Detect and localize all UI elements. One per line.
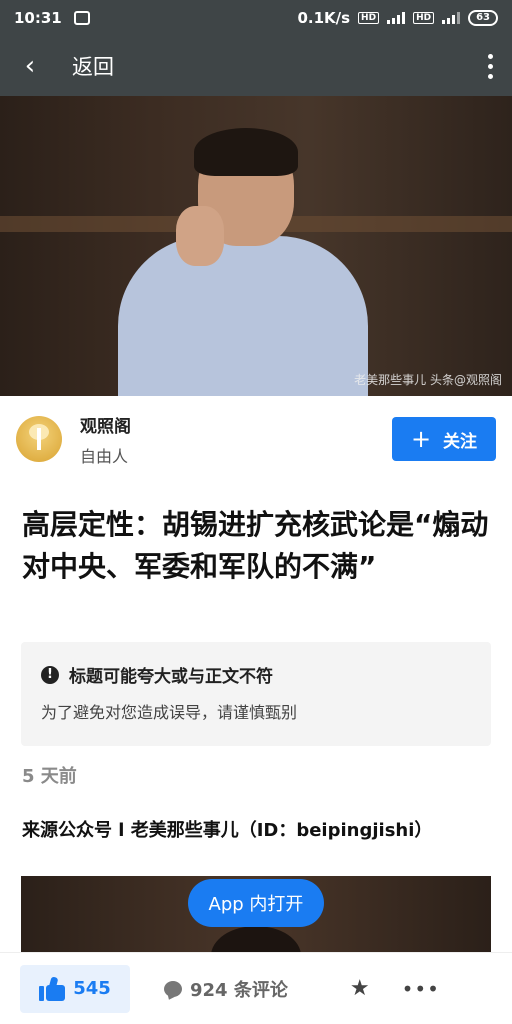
author-info: 观照阁 自由人	[80, 412, 131, 467]
like-count: 545	[73, 978, 111, 999]
favorite-star-icon[interactable]: ★	[350, 976, 370, 1001]
network-speed: 0.1K/s	[297, 9, 351, 27]
article-source: 来源公众号 l 老美那些事儿（ID：beipingjishi）	[22, 820, 433, 841]
article-title: 高层定性：胡锡进扩充核武论是“煽动对中央、军委和军队的不满”	[22, 508, 489, 583]
hd-icon-2: HD	[413, 12, 435, 24]
plus-icon: +	[410, 425, 432, 453]
image-watermark: 老美那些事儿 头条@观照阁	[354, 373, 502, 387]
warning-text: 为了避免对您造成误导，请谨慎甄别	[41, 703, 298, 722]
warning-title: 标题可能夸大或与正文不符	[69, 667, 273, 687]
back-arrow-icon[interactable]: ‹	[0, 36, 60, 96]
title-warning-box: ! 标题可能夸大或与正文不符 为了避免对您造成误导，请谨慎甄别	[21, 642, 491, 746]
battery-icon: 63	[468, 10, 498, 26]
status-time: 10:31	[14, 9, 62, 27]
signal-icon	[387, 12, 406, 24]
alert-icon: !	[41, 665, 59, 684]
more-options-icon[interactable]	[468, 36, 512, 96]
hero-image: 老美那些事儿 头条@观照阁	[0, 96, 512, 396]
status-right: 0.1K/s HD HD 63	[297, 9, 498, 27]
status-bar: 10:31 0.1K/s HD HD 63	[0, 0, 512, 36]
back-button-label[interactable]: 返回	[72, 51, 114, 81]
thumbs-up-icon	[39, 975, 66, 1001]
author-avatar[interactable]	[16, 416, 62, 462]
publish-time: 5 天前	[22, 766, 77, 787]
author-row: 观照阁 自由人 + 关注	[0, 396, 512, 482]
follow-label: 关注	[443, 431, 478, 452]
hd-icon: HD	[358, 12, 380, 24]
top-nav-bar: ‹ 返回	[0, 36, 512, 96]
warning-header: ! 标题可能夸大或与正文不符	[41, 662, 471, 687]
author-name[interactable]: 观照阁	[80, 412, 131, 437]
message-notification-icon	[73, 11, 90, 25]
comments-button[interactable]: 924 条评论	[164, 976, 288, 1002]
follow-button[interactable]: + 关注	[392, 417, 496, 461]
like-button[interactable]: 545	[20, 964, 130, 1013]
comment-count: 924 条评论	[190, 979, 288, 1001]
author-tag: 自由人	[80, 446, 129, 466]
signal-icon-2	[442, 12, 461, 24]
more-horizontal-icon[interactable]: •••	[402, 977, 440, 1001]
person-figure	[118, 128, 368, 396]
comment-bubble-icon	[164, 980, 182, 997]
open-in-app-button[interactable]: App 内打开	[188, 879, 324, 927]
bottom-action-bar: 545 924 条评论 ★ •••	[0, 952, 512, 1024]
